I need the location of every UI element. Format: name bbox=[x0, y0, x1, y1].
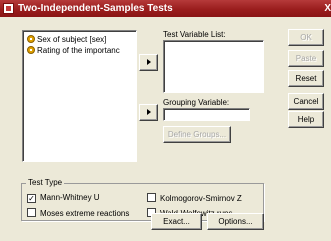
test-variable-label: Test Variable List: bbox=[163, 30, 226, 39]
grouping-variable-field[interactable] bbox=[163, 108, 250, 121]
variable-label: Rating of the importanc bbox=[37, 46, 120, 55]
grouping-variable-label: Grouping Variable: bbox=[163, 98, 230, 107]
moses-label: Moses extreme reactions bbox=[40, 209, 130, 218]
variable-icon bbox=[27, 35, 35, 43]
variable-icon bbox=[27, 46, 35, 54]
checkbox-checked-icon: ✓ bbox=[27, 194, 36, 203]
arrow-right-icon bbox=[147, 59, 151, 65]
reset-button[interactable]: Reset bbox=[288, 70, 324, 87]
move-to-test-list-button[interactable] bbox=[139, 54, 158, 71]
window-title: Two-Independent-Samples Tests bbox=[18, 3, 173, 14]
source-variable-list[interactable]: Sex of subject [sex] Rating of the impor… bbox=[22, 30, 137, 162]
dialog-window: Two-Independent-Samples Tests X Sex of s… bbox=[0, 0, 331, 241]
mann-whitney-checkbox[interactable]: ✓ Mann-Whitney U bbox=[27, 193, 100, 203]
kolmogorov-smirnov-label: Kolmogorov-Smirnov Z bbox=[160, 194, 242, 203]
moses-checkbox[interactable]: Moses extreme reactions bbox=[27, 208, 129, 218]
test-type-title: Test Type bbox=[26, 178, 65, 187]
exact-button[interactable]: Exact... bbox=[151, 213, 202, 230]
list-item[interactable]: Rating of the importanc bbox=[27, 46, 135, 56]
list-item[interactable]: Sex of subject [sex] bbox=[27, 35, 135, 45]
ok-button[interactable]: OK bbox=[288, 29, 324, 46]
mann-whitney-label: Mann-Whitney U bbox=[40, 193, 100, 202]
checkbox-unchecked-icon bbox=[27, 208, 36, 217]
close-icon[interactable]: X bbox=[321, 0, 331, 17]
move-to-grouping-button[interactable] bbox=[139, 104, 158, 121]
checkbox-unchecked-icon bbox=[147, 193, 156, 202]
options-button[interactable]: Options... bbox=[207, 213, 264, 230]
cancel-button[interactable]: Cancel bbox=[288, 93, 324, 110]
kolmogorov-smirnov-checkbox[interactable]: Kolmogorov-Smirnov Z bbox=[147, 193, 242, 203]
paste-button[interactable]: Paste bbox=[288, 50, 324, 67]
title-bar[interactable]: Two-Independent-Samples Tests X bbox=[0, 0, 331, 17]
test-variable-list[interactable] bbox=[163, 40, 264, 93]
variable-label: Sex of subject [sex] bbox=[37, 35, 107, 44]
arrow-right-icon bbox=[147, 109, 151, 115]
help-button[interactable]: Help bbox=[288, 111, 324, 128]
define-groups-button[interactable]: Define Groups... bbox=[163, 126, 231, 143]
app-icon bbox=[3, 3, 14, 14]
